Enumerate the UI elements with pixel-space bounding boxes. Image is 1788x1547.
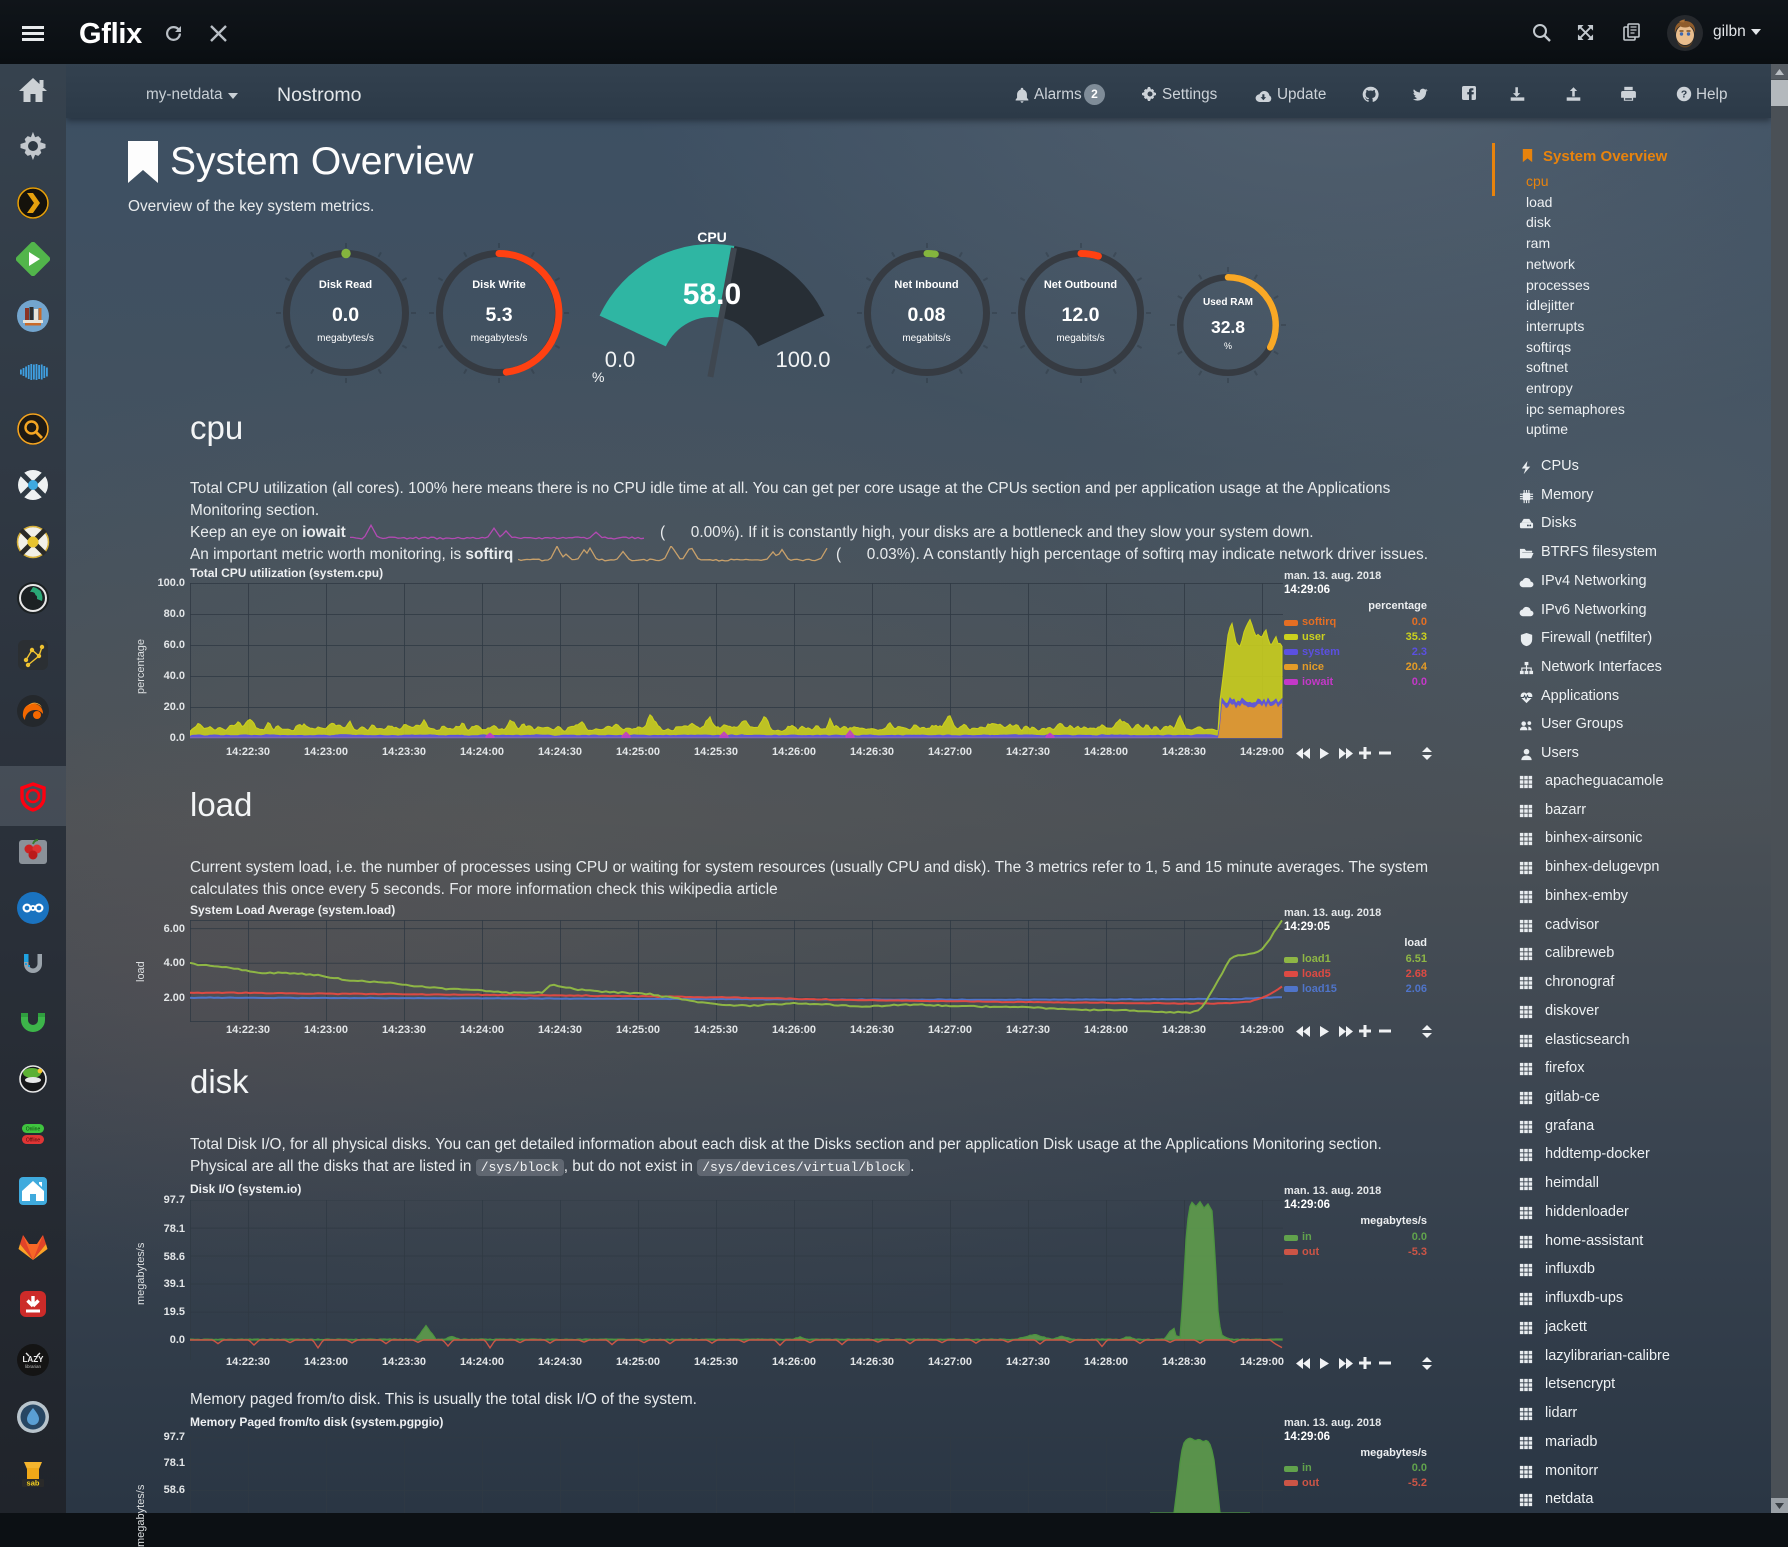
svg-text:Offline: Offline: [26, 1138, 41, 1144]
svg-text:LAZY: LAZY: [23, 1355, 45, 1364]
svg-text:?: ?: [1681, 90, 1687, 101]
svg-text:Online: Online: [26, 1127, 41, 1133]
svg-text:sab: sab: [27, 1479, 40, 1488]
svg-text:librarian: librarian: [25, 1364, 42, 1369]
